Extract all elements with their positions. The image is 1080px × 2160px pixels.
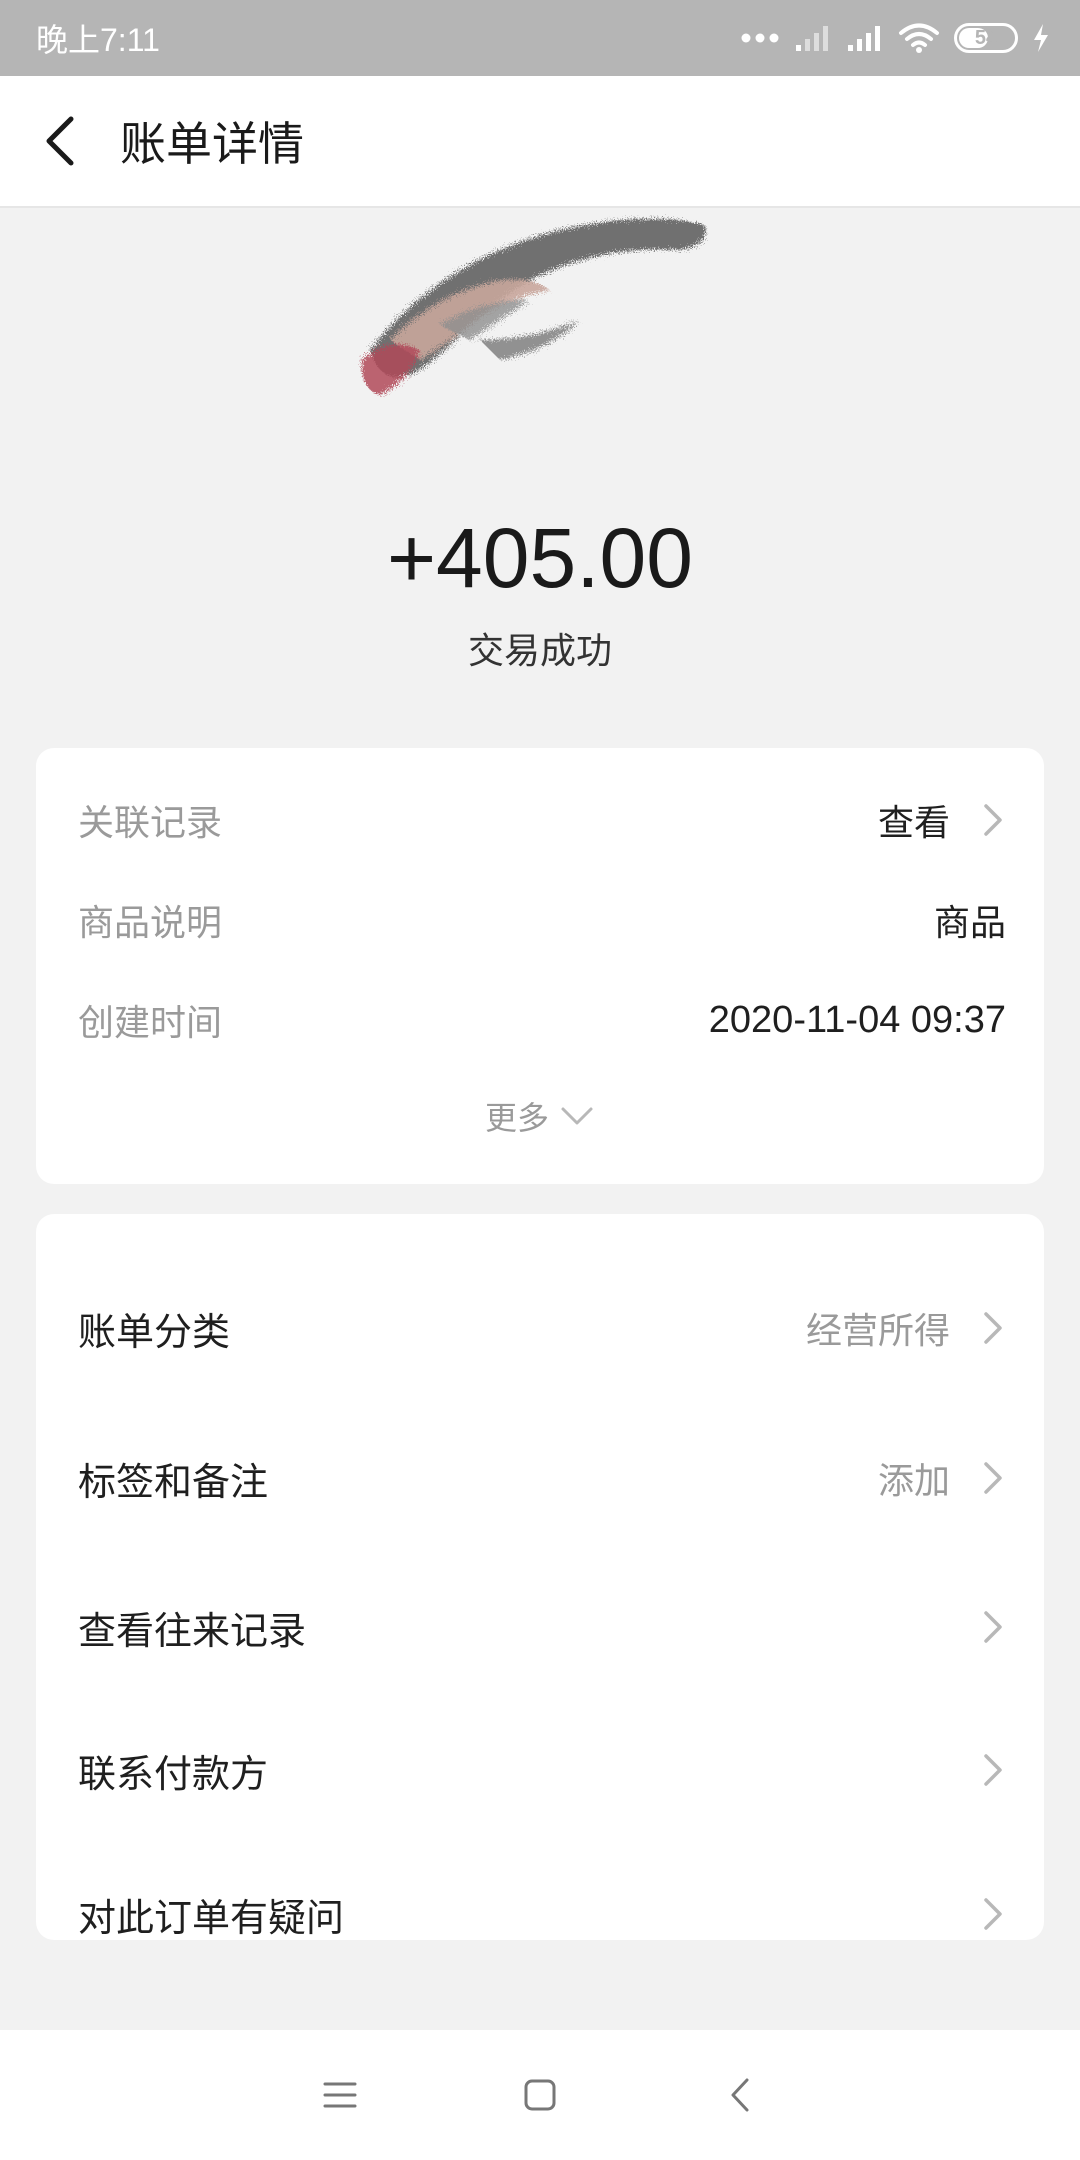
created-time-row: 创建时间 2020-11-04 09:37 xyxy=(78,990,1006,1050)
actions-card: 账单分类 经营所得 标签和备注 添加 查看往来记录 联系付款方 对此订单有疑问 xyxy=(36,1214,1044,1940)
status-bar: 晚上7:11 54 xyxy=(0,0,1080,76)
info-value: 查看 xyxy=(878,794,1006,846)
back-chevron-icon xyxy=(46,116,74,166)
dots-icon xyxy=(741,33,779,43)
status-icons: 54 xyxy=(740,22,1050,54)
menu-value: 经营所得 xyxy=(806,1302,1006,1354)
menu-label: 账单分类 xyxy=(78,1309,231,1354)
product-description-row: 商品说明 商品 xyxy=(78,890,1006,950)
details-card: 关联记录 查看 商品说明 商品 创建时间 2020-11-04 09:37 更多 xyxy=(36,748,1044,1184)
info-label: 商品说明 xyxy=(78,903,223,944)
menu-label: 标签和备注 xyxy=(78,1459,269,1504)
more-button[interactable]: 更多 xyxy=(36,1086,1044,1146)
bill-category-row[interactable]: 账单分类 经营所得 xyxy=(78,1288,1006,1368)
transaction-history-row[interactable]: 查看往来记录 xyxy=(78,1587,1006,1667)
menu-icon xyxy=(323,2082,357,2108)
tags-notes-row[interactable]: 标签和备注 添加 xyxy=(78,1438,1006,1518)
charging-icon xyxy=(1034,24,1048,52)
chevron-right-icon xyxy=(984,1462,1002,1494)
chevron-right-icon xyxy=(984,1754,1002,1786)
chevron-right-icon xyxy=(984,804,1002,836)
info-value: 商品 xyxy=(933,903,1006,944)
view-link[interactable]: 查看 xyxy=(878,794,950,846)
chevron-down-icon xyxy=(561,1107,593,1125)
battery-icon: 54 xyxy=(954,23,1018,53)
menu-label: 联系付款方 xyxy=(78,1751,269,1796)
status-time: 晚上7:11 xyxy=(36,22,160,58)
related-records-row[interactable]: 关联记录 查看 xyxy=(78,790,1006,850)
info-label: 关联记录 xyxy=(78,803,223,844)
menu-label: 查看往来记录 xyxy=(78,1608,307,1653)
wifi-icon xyxy=(899,23,939,53)
contact-payer-row[interactable]: 联系付款方 xyxy=(78,1730,1006,1810)
menu-value xyxy=(950,1894,1006,1934)
back-button[interactable] xyxy=(0,75,120,207)
chevron-right-icon xyxy=(984,1312,1002,1344)
menu-value-text: 经营所得 xyxy=(805,1311,950,1352)
system-nav-bar xyxy=(0,2030,1080,2160)
menu-label: 对此订单有疑问 xyxy=(78,1895,345,1940)
header-bar: 账单详情 xyxy=(0,76,1080,208)
battery-level: 54 xyxy=(974,26,998,49)
chevron-right-icon xyxy=(984,1898,1002,1930)
recent-apps-button[interactable] xyxy=(310,2065,370,2125)
home-icon xyxy=(524,2079,556,2111)
info-value: 2020-11-04 09:37 xyxy=(708,998,1006,1041)
chevron-right-icon xyxy=(984,1611,1002,1643)
info-label: 创建时间 xyxy=(78,1003,223,1044)
menu-value xyxy=(950,1607,1006,1647)
menu-value xyxy=(950,1750,1006,1790)
more-label: 更多 xyxy=(484,1099,549,1137)
signal-weak-icon xyxy=(796,26,828,51)
menu-value: 添加 xyxy=(878,1452,1006,1504)
transaction-status: 交易成功 xyxy=(467,631,612,672)
payer-avatar-image xyxy=(350,190,730,460)
page-title: 账单详情 xyxy=(120,117,304,171)
signal-icon xyxy=(848,26,880,51)
back-icon xyxy=(731,2078,749,2112)
transaction-amount: +405.00 xyxy=(387,511,693,605)
menu-value-text: 添加 xyxy=(877,1461,950,1502)
system-back-button[interactable] xyxy=(710,2065,770,2125)
order-question-row[interactable]: 对此订单有疑问 xyxy=(78,1874,1006,1954)
home-button[interactable] xyxy=(510,2065,570,2125)
